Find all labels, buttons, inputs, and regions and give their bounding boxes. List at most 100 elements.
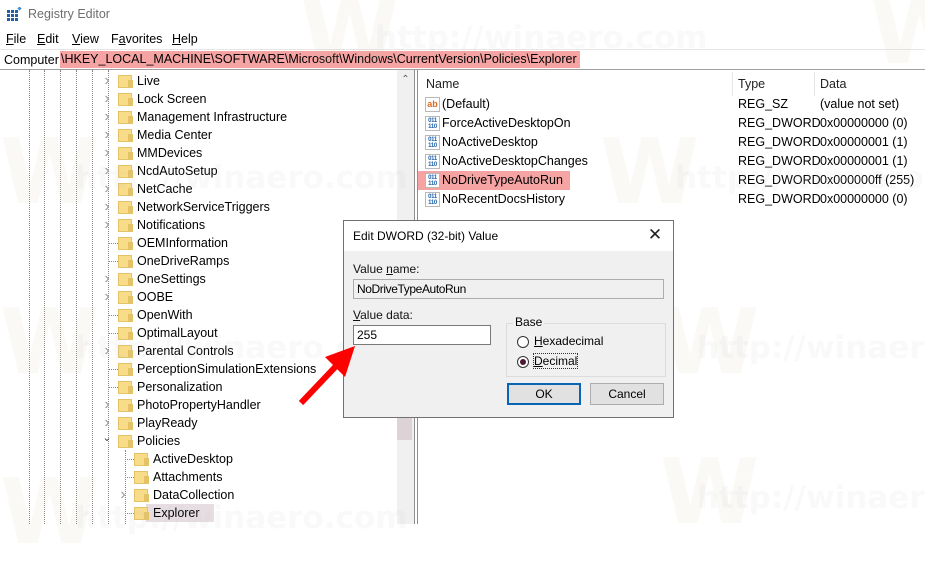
folder-icon xyxy=(118,380,133,394)
tree-connector xyxy=(125,477,134,478)
value-row[interactable]: ab (Default) REG_SZ (value not set) xyxy=(418,95,925,114)
chevron-right-icon[interactable]: › xyxy=(102,342,112,360)
tree-item[interactable]: › DataCollection xyxy=(0,486,397,504)
tree-item-label: NetworkServiceTriggers xyxy=(137,200,270,214)
hexadecimal-radio[interactable] xyxy=(517,336,529,348)
folder-icon xyxy=(118,362,133,376)
folder-icon xyxy=(118,146,133,160)
folder-icon xyxy=(118,236,133,250)
tree-item[interactable]: Attachments xyxy=(0,468,397,486)
column-separator[interactable] xyxy=(732,72,733,96)
tree-item[interactable]: › NetworkServiceTriggers xyxy=(0,198,397,216)
chevron-right-icon[interactable]: › xyxy=(102,108,112,126)
value-data: 0x00000000 (0) xyxy=(820,192,908,206)
tree-item[interactable]: › NetCache xyxy=(0,180,397,198)
chevron-right-icon[interactable]: › xyxy=(102,198,112,216)
decimal-radio[interactable] xyxy=(517,356,529,368)
tree-item[interactable]: › Notifications xyxy=(0,216,397,234)
key-tree[interactable]: › Live › Lock Screen › Management Infrastruct… xyxy=(0,70,397,524)
chevron-right-icon[interactable]: › xyxy=(102,414,112,432)
string-value-icon: ab xyxy=(425,97,440,112)
chevron-down-icon[interactable]: ⌄ xyxy=(102,432,112,450)
tree-item-label: NcdAutoSetup xyxy=(137,164,218,178)
tree-item[interactable]: › Live xyxy=(0,72,397,90)
chevron-right-icon[interactable]: › xyxy=(102,144,112,162)
value-name: NoActiveDesktop xyxy=(442,135,538,149)
tree-item[interactable]: › OOBE xyxy=(0,288,397,306)
hexadecimal-label[interactable]: Hexadecimal xyxy=(534,334,603,348)
window-title: Registry Editor xyxy=(28,7,110,21)
tree-item-label: PerceptionSimulationExtensions xyxy=(137,362,317,376)
scroll-up-button[interactable]: ⌃ xyxy=(397,70,414,87)
tree-item[interactable]: › OneSettings xyxy=(0,270,397,288)
tree-item[interactable]: › Management Infrastructure xyxy=(0,108,397,126)
tree-connector xyxy=(109,333,118,334)
binary-value-icon: 011 110 xyxy=(425,135,440,150)
tree-guide-line xyxy=(125,450,126,524)
chevron-right-icon[interactable]: › xyxy=(102,270,112,288)
column-header-data[interactable]: Data xyxy=(820,77,846,91)
value-row[interactable]: 011 110 NoActiveDesktop REG_DWORD 0x00000001… xyxy=(418,133,925,152)
folder-icon xyxy=(118,272,133,286)
chevron-right-icon[interactable]: › xyxy=(118,486,128,504)
value-type: REG_DWORD xyxy=(738,154,821,168)
tree-item-label: Explorer xyxy=(153,506,200,520)
chevron-right-icon[interactable]: › xyxy=(102,162,112,180)
address-path[interactable]: \HKEY_LOCAL_MACHINE\SOFTWARE\Microsoft\W… xyxy=(60,51,580,68)
folder-icon xyxy=(118,200,133,214)
tree-item[interactable]: OpenWith xyxy=(0,306,397,324)
column-header-name[interactable]: Name xyxy=(426,77,459,91)
tree-item-label: Notifications xyxy=(137,218,206,232)
tree-item[interactable]: ⌄ Policies xyxy=(0,432,397,450)
chevron-right-icon[interactable]: › xyxy=(102,126,112,144)
value-name-label: Value name: xyxy=(353,262,420,276)
ok-button[interactable]: OK xyxy=(507,383,581,405)
column-separator[interactable] xyxy=(814,72,815,96)
chevron-right-icon[interactable]: › xyxy=(102,216,112,234)
value-data: 0x00000001 (1) xyxy=(820,154,908,168)
base-label: Base xyxy=(513,315,545,329)
folder-icon xyxy=(134,452,149,466)
chevron-right-icon[interactable]: › xyxy=(102,72,112,90)
value-data-input[interactable]: 255 xyxy=(353,325,491,345)
address-bar[interactable]: Computer \HKEY_LOCAL_MACHINE\SOFTWARE\Mi… xyxy=(0,49,925,70)
menu-help[interactable]: Help xyxy=(172,32,198,46)
address-root: Computer xyxy=(4,53,59,67)
tree-item-label: Parental Controls xyxy=(137,344,234,358)
tree-connector xyxy=(125,513,134,514)
tree-item[interactable]: › MMDevices xyxy=(0,144,397,162)
decimal-label[interactable]: Decimal xyxy=(532,353,579,369)
radio-checked-dot xyxy=(520,359,526,365)
tree-item[interactable]: › PlayReady xyxy=(0,414,397,432)
folder-icon xyxy=(118,74,133,88)
tree-item[interactable]: ActiveDesktop xyxy=(0,450,397,468)
value-row[interactable]: 011 110 ForceActiveDesktopOn REG_DWORD 0x000… xyxy=(418,114,925,133)
menu-favorites[interactable]: Favorites xyxy=(111,32,162,46)
value-row[interactable]: 011 110 NoRecentDocsHistory REG_DWORD 0x0000… xyxy=(418,190,925,209)
close-icon[interactable]: ✕ xyxy=(645,225,665,245)
column-header-type[interactable]: Type xyxy=(738,77,765,91)
tree-item[interactable]: Explorer xyxy=(0,504,397,522)
scroll-thumb[interactable] xyxy=(397,416,412,440)
chevron-right-icon[interactable]: › xyxy=(102,288,112,306)
tree-item[interactable]: OneDriveRamps xyxy=(0,252,397,270)
tree-item-label: OptimalLayout xyxy=(137,326,218,340)
value-type: REG_DWORD xyxy=(738,116,821,130)
chevron-right-icon[interactable]: › xyxy=(102,90,112,108)
menu-file[interactable]: File xyxy=(6,32,26,46)
tree-item[interactable]: OEMInformation xyxy=(0,234,397,252)
value-row[interactable]: 011 110 NoDriveTypeAutoRun REG_DWORD 0x00000… xyxy=(418,171,925,190)
folder-icon xyxy=(118,308,133,322)
folder-icon xyxy=(118,164,133,178)
tree-item[interactable]: › Lock Screen xyxy=(0,90,397,108)
menu-view[interactable]: View xyxy=(72,32,99,46)
value-row[interactable]: 011 110 NoActiveDesktopChanges REG_DWORD 0x0… xyxy=(418,152,925,171)
binary-value-icon: 011 110 xyxy=(425,192,440,207)
annotation-arrow xyxy=(298,346,355,406)
tree-item[interactable]: › NcdAutoSetup xyxy=(0,162,397,180)
tree-item[interactable]: › Media Center xyxy=(0,126,397,144)
chevron-right-icon[interactable]: › xyxy=(102,396,112,414)
cancel-button[interactable]: Cancel xyxy=(590,383,664,405)
menu-edit[interactable]: Edit xyxy=(37,32,59,46)
chevron-right-icon[interactable]: › xyxy=(102,180,112,198)
